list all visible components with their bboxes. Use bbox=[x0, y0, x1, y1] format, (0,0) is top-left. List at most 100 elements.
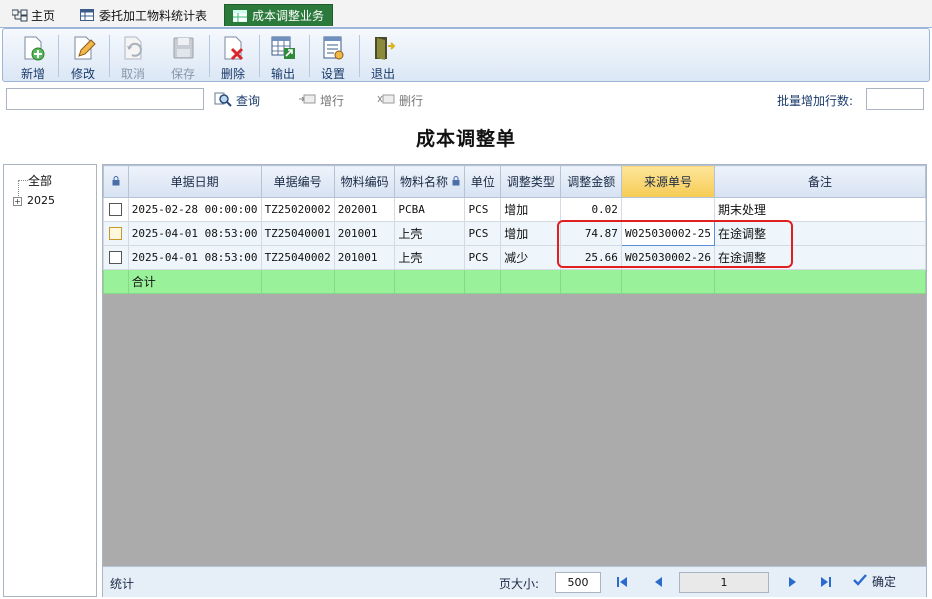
cell-material-code[interactable]: 201001 bbox=[333, 245, 396, 270]
cell-date[interactable]: 2025-04-01 08:53:00 bbox=[127, 221, 262, 246]
row-checkbox[interactable] bbox=[109, 251, 123, 265]
current-page-input[interactable]: 1 bbox=[679, 572, 769, 593]
page-title: 成本调整单 bbox=[415, 128, 516, 150]
column-header-unit[interactable]: 单位 bbox=[464, 165, 502, 198]
confirm-label: 确定 bbox=[872, 575, 897, 589]
total-cell bbox=[260, 269, 335, 294]
search-input[interactable] bbox=[6, 88, 204, 110]
next-page-icon[interactable] bbox=[785, 575, 799, 589]
tree-node-2025[interactable]: 2025 bbox=[27, 194, 55, 207]
edit-pencil-icon bbox=[69, 34, 97, 62]
cell-unit[interactable]: PCS bbox=[464, 245, 502, 270]
tab-label: 主页 bbox=[31, 8, 56, 23]
total-cell bbox=[464, 269, 502, 294]
tree-node-all[interactable]: 全部 bbox=[28, 172, 52, 189]
tab-bar: 主页 委托加工物料统计表 成本调整业务 bbox=[0, 0, 932, 28]
first-page-icon[interactable] bbox=[615, 575, 629, 589]
cell-adjust-type[interactable]: 增加 bbox=[500, 221, 562, 246]
column-header-adjust-amount[interactable]: 调整金额 bbox=[560, 165, 622, 198]
cell-material-name[interactable]: 上壳 bbox=[394, 221, 466, 246]
delete-row-label: 删行 bbox=[399, 93, 424, 108]
exit-door-icon bbox=[369, 34, 397, 62]
search-icon bbox=[214, 91, 232, 110]
column-header-date[interactable]: 单据日期 bbox=[127, 165, 262, 198]
cell-unit[interactable]: PCS bbox=[464, 197, 502, 222]
undo-icon bbox=[119, 34, 147, 62]
cell-material-code[interactable]: 202001 bbox=[333, 197, 396, 222]
cell-source-no[interactable] bbox=[620, 197, 716, 222]
total-cell bbox=[560, 269, 622, 294]
cell-material-name[interactable]: PCBA bbox=[394, 197, 466, 222]
column-header-remark[interactable]: 备注 bbox=[714, 165, 926, 198]
cell-adjust-type[interactable]: 增加 bbox=[500, 197, 562, 222]
settings-form-icon bbox=[319, 34, 347, 62]
table-icon bbox=[80, 9, 94, 21]
cell-doc-no[interactable]: TZ25020002 bbox=[260, 197, 335, 222]
data-grid: 单据日期 单据编号 物料编码 物料名称 单位 调整类型 调整金额 来源单号 备注… bbox=[102, 164, 927, 597]
cell-material-name[interactable]: 上壳 bbox=[394, 245, 466, 270]
tab-label: 成本调整业务 bbox=[252, 9, 325, 23]
table-row[interactable]: 2025-02-28 00:00:00 TZ25020002 202001 PC… bbox=[103, 197, 926, 222]
settings-button[interactable]: 设置 bbox=[310, 31, 356, 81]
cell-remark[interactable]: 在途调整 bbox=[714, 221, 926, 246]
row-checkbox-cell[interactable] bbox=[103, 197, 129, 222]
previous-page-icon[interactable] bbox=[652, 575, 666, 589]
row-checkbox[interactable] bbox=[109, 227, 123, 241]
cell-adjust-amount[interactable]: 0.02 bbox=[560, 197, 622, 222]
cell-date[interactable]: 2025-02-28 00:00:00 bbox=[127, 197, 262, 222]
statistics-label: 统计 bbox=[110, 577, 135, 591]
column-header-material-name[interactable]: 物料名称 bbox=[394, 165, 466, 198]
cell-doc-no[interactable]: TZ25040002 bbox=[260, 245, 335, 270]
query-button[interactable]: 查询 bbox=[214, 90, 260, 110]
cell-adjust-type[interactable]: 减少 bbox=[500, 245, 562, 270]
delete-document-icon bbox=[219, 34, 247, 62]
last-page-icon[interactable] bbox=[819, 575, 833, 589]
cell-source-no[interactable]: W025030002-25 bbox=[620, 221, 716, 246]
total-cell bbox=[500, 269, 562, 294]
tab-outsourcing-report[interactable]: 委托加工物料统计表 bbox=[72, 4, 215, 26]
grid-header-row: 单据日期 单据编号 物料编码 物料名称 单位 调整类型 调整金额 来源单号 备注 bbox=[103, 165, 926, 198]
add-row-label: 增行 bbox=[320, 93, 345, 108]
column-header-material-code[interactable]: 物料编码 bbox=[333, 165, 396, 198]
new-button[interactable]: 新增 bbox=[10, 31, 56, 81]
column-header-source-no[interactable]: 来源单号 bbox=[620, 165, 716, 198]
table-row[interactable]: 2025-04-01 08:53:00 TZ25040002 201001 上壳… bbox=[103, 245, 926, 270]
cell-date[interactable]: 2025-04-01 08:53:00 bbox=[127, 245, 262, 270]
row-checkbox-cell[interactable] bbox=[103, 221, 129, 246]
table-row[interactable]: 2025-04-01 08:53:00 TZ25040001 201001 上壳… bbox=[103, 221, 926, 246]
batch-add-rows-input[interactable] bbox=[866, 88, 924, 110]
column-header-label: 物料名称 bbox=[400, 175, 449, 189]
delete-button[interactable]: 删除 bbox=[210, 31, 256, 81]
total-cell bbox=[394, 269, 466, 294]
export-button[interactable]: 输出 bbox=[260, 31, 306, 81]
cancel-button[interactable]: 取消 bbox=[110, 31, 156, 81]
home-icon bbox=[11, 9, 28, 22]
cell-unit[interactable]: PCS bbox=[464, 221, 502, 246]
row-checkbox[interactable] bbox=[109, 203, 123, 217]
cell-remark[interactable]: 期末处理 bbox=[714, 197, 926, 222]
cell-doc-no[interactable]: TZ25040001 bbox=[260, 221, 335, 246]
tab-cost-adjustment[interactable]: 成本调整业务 bbox=[224, 4, 334, 26]
page-size-input[interactable]: 500 bbox=[555, 572, 601, 593]
cell-material-code[interactable]: 201001 bbox=[333, 221, 396, 246]
cell-adjust-amount[interactable]: 74.87 bbox=[560, 221, 622, 246]
export-table-icon bbox=[269, 34, 297, 62]
column-header-adjust-type[interactable]: 调整类型 bbox=[500, 165, 562, 198]
lock-column-header[interactable] bbox=[103, 165, 129, 198]
confirm-button[interactable]: 确定 bbox=[853, 573, 896, 590]
cell-source-no[interactable]: W025030002-26 bbox=[620, 245, 716, 270]
edit-button[interactable]: 修改 bbox=[60, 31, 106, 81]
cell-remark[interactable]: 在途调整 bbox=[714, 245, 926, 270]
total-cell bbox=[620, 269, 716, 294]
row-checkbox-cell[interactable] bbox=[103, 245, 129, 270]
total-row: 合计 bbox=[103, 269, 926, 294]
cell-adjust-amount[interactable]: 25.66 bbox=[560, 245, 622, 270]
column-header-doc-no[interactable]: 单据编号 bbox=[260, 165, 335, 198]
delete-row-button[interactable]: 删行 bbox=[377, 90, 423, 110]
add-row-button[interactable]: 增行 bbox=[298, 90, 344, 110]
save-button[interactable]: 保存 bbox=[160, 31, 206, 81]
expand-plus-icon[interactable]: + bbox=[13, 197, 22, 206]
tab-home[interactable]: 主页 bbox=[4, 4, 63, 26]
tree-connector bbox=[18, 180, 28, 181]
exit-button[interactable]: 退出 bbox=[360, 31, 406, 81]
